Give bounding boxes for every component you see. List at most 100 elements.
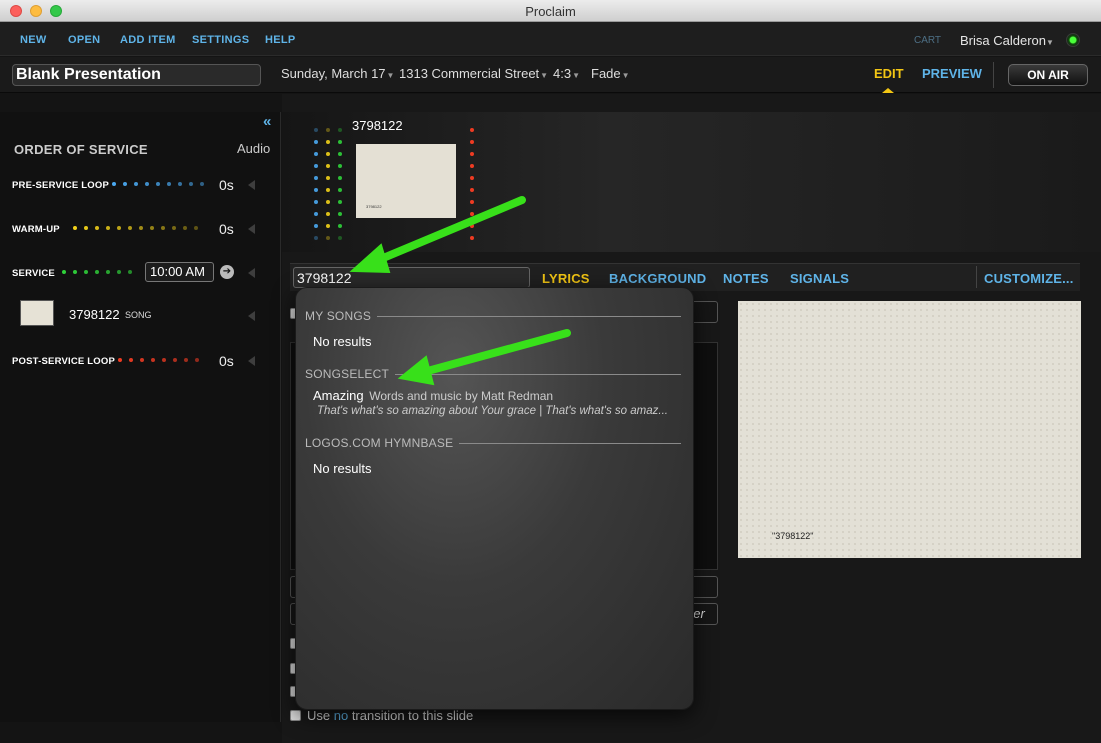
songselect-result-item[interactable]: Amazing Words and music by Matt Redman — [313, 388, 553, 403]
date-dropdown[interactable]: Sunday, March 17▼ — [281, 66, 394, 81]
timeline-dot — [128, 270, 132, 274]
signal-dot — [470, 140, 474, 144]
collapse-sidebar-icon[interactable]: « — [263, 113, 271, 130]
user-name: Brisa Calderon — [960, 33, 1046, 48]
section-divider — [459, 442, 681, 444]
location-dropdown[interactable]: 1313 Commercial Street▼ — [399, 66, 548, 81]
connection-status-icon — [1066, 33, 1080, 47]
chevron-down-icon: ▼ — [572, 71, 580, 80]
segment-pre-service-loop[interactable]: PRE-SERVICE LOOP — [12, 180, 109, 191]
no-transition-prefix: Use — [307, 708, 334, 723]
song-thumbnail[interactable] — [20, 300, 54, 326]
segment-service[interactable]: SERVICE — [12, 268, 55, 279]
timeline-dot — [118, 358, 122, 362]
timeline-dot — [167, 182, 171, 186]
signal-dot — [470, 188, 474, 192]
tab-notes[interactable]: NOTES — [723, 271, 769, 286]
timeline-dot — [129, 358, 133, 362]
slide-dot — [338, 200, 342, 204]
chevron-down-icon: ▼ — [621, 71, 630, 80]
timeline-dot — [140, 358, 144, 362]
segment-warm-up[interactable]: WARM-UP — [12, 224, 60, 235]
section-divider — [395, 373, 681, 375]
signal-dot — [470, 128, 474, 132]
tab-background[interactable]: BACKGROUND — [609, 271, 706, 286]
timeline-dot — [156, 182, 160, 186]
aspect-value: 4:3 — [553, 66, 572, 81]
slide-thumb-caption: 3798122 — [366, 204, 382, 209]
timeline-dot — [73, 270, 77, 274]
signal-dot — [470, 200, 474, 204]
speaker-icon[interactable] — [248, 356, 256, 366]
slide-dot — [338, 188, 342, 192]
timeline-dot — [62, 270, 66, 274]
slide-position-dots — [314, 128, 342, 240]
slide-dot — [326, 188, 330, 192]
timeline-dot — [200, 182, 204, 186]
my-songs-no-results: No results — [313, 334, 372, 349]
customize-button[interactable]: CUSTOMIZE... — [984, 271, 1074, 286]
window-title: Proclaim — [525, 4, 576, 19]
slide-dot — [314, 212, 318, 216]
timeline-dot — [195, 358, 199, 362]
slide-dot — [314, 164, 318, 168]
no-transition-checkbox[interactable] — [290, 710, 301, 721]
speaker-icon[interactable] — [248, 311, 256, 321]
cart-link[interactable]: CART — [914, 35, 941, 46]
song-search-input[interactable] — [293, 267, 530, 288]
menu-bar: NEW OPEN ADD ITEM SETTINGS HELP CART Bri… — [0, 22, 1101, 56]
menu-settings[interactable]: SETTINGS — [192, 34, 249, 46]
user-menu[interactable]: Brisa Calderon▼ — [960, 33, 1054, 48]
logos-heading-text: LOGOS.COM HYMNBASE — [305, 436, 454, 450]
speaker-icon[interactable] — [248, 268, 256, 278]
tab-preview[interactable]: PREVIEW — [922, 66, 982, 81]
slide-preview: "3798122" — [738, 301, 1081, 558]
aspect-ratio-dropdown[interactable]: 4:3▼ — [553, 66, 580, 81]
pre-service-duration: 0s — [219, 177, 234, 193]
arrow-right-icon[interactable]: ➔ — [220, 265, 234, 279]
chevron-down-icon: ▼ — [1046, 38, 1054, 47]
no-transition-suffix: transition to this slide — [348, 708, 474, 723]
tab-lyrics[interactable]: LYRICS — [542, 271, 590, 286]
speaker-icon[interactable] — [248, 180, 256, 190]
on-air-button[interactable]: ON AIR — [1008, 64, 1088, 86]
menu-new[interactable]: NEW — [20, 34, 47, 46]
menu-open[interactable]: OPEN — [68, 34, 100, 46]
search-results-popover: MY SONGS No results SONGSELECT Amazing W… — [295, 287, 694, 710]
segment-post-service-loop[interactable]: POST-SERVICE LOOP — [12, 356, 115, 367]
warm-up-dots — [73, 226, 198, 230]
song-item-title[interactable]: 3798122 — [69, 307, 120, 322]
slide-dot — [326, 152, 330, 156]
slide-dot — [338, 152, 342, 156]
logos-no-results: No results — [313, 461, 372, 476]
slide-dot — [326, 128, 330, 132]
slide-thumbnail[interactable]: 3798122 — [356, 144, 456, 218]
warm-up-duration: 0s — [219, 221, 234, 237]
menu-help[interactable]: HELP — [265, 34, 296, 46]
no-transition-label: Use no transition to this slide — [307, 708, 473, 723]
slide-dot — [314, 128, 318, 132]
timeline-dot — [194, 226, 198, 230]
tab-edit[interactable]: EDIT — [874, 66, 904, 81]
speaker-icon[interactable] — [248, 224, 256, 234]
slide-dot — [314, 236, 318, 240]
menu-add-item[interactable]: ADD ITEM — [120, 34, 176, 46]
service-dots — [62, 270, 132, 274]
my-songs-heading: MY SONGS — [305, 309, 681, 323]
slide-dot — [338, 176, 342, 180]
presentation-toolbar: Blank Presentation Sunday, March 17▼ 131… — [0, 57, 1101, 93]
date-value: Sunday, March 17 — [281, 66, 386, 81]
post-service-dots — [118, 358, 199, 362]
transition-dropdown[interactable]: Fade▼ — [591, 66, 630, 81]
presentation-title-input[interactable]: Blank Presentation — [12, 64, 261, 86]
service-start-time-input[interactable]: 10:00 AM — [145, 262, 214, 282]
slide-dot — [314, 188, 318, 192]
signal-dots — [470, 128, 474, 240]
slide-dot — [326, 140, 330, 144]
signal-dot — [470, 152, 474, 156]
tab-signals[interactable]: SIGNALS — [790, 271, 849, 286]
slide-dot — [326, 212, 330, 216]
timeline-dot — [139, 226, 143, 230]
song-result-lyric: That's what's so amazing about Your grac… — [317, 405, 668, 417]
timeline-dot — [172, 226, 176, 230]
